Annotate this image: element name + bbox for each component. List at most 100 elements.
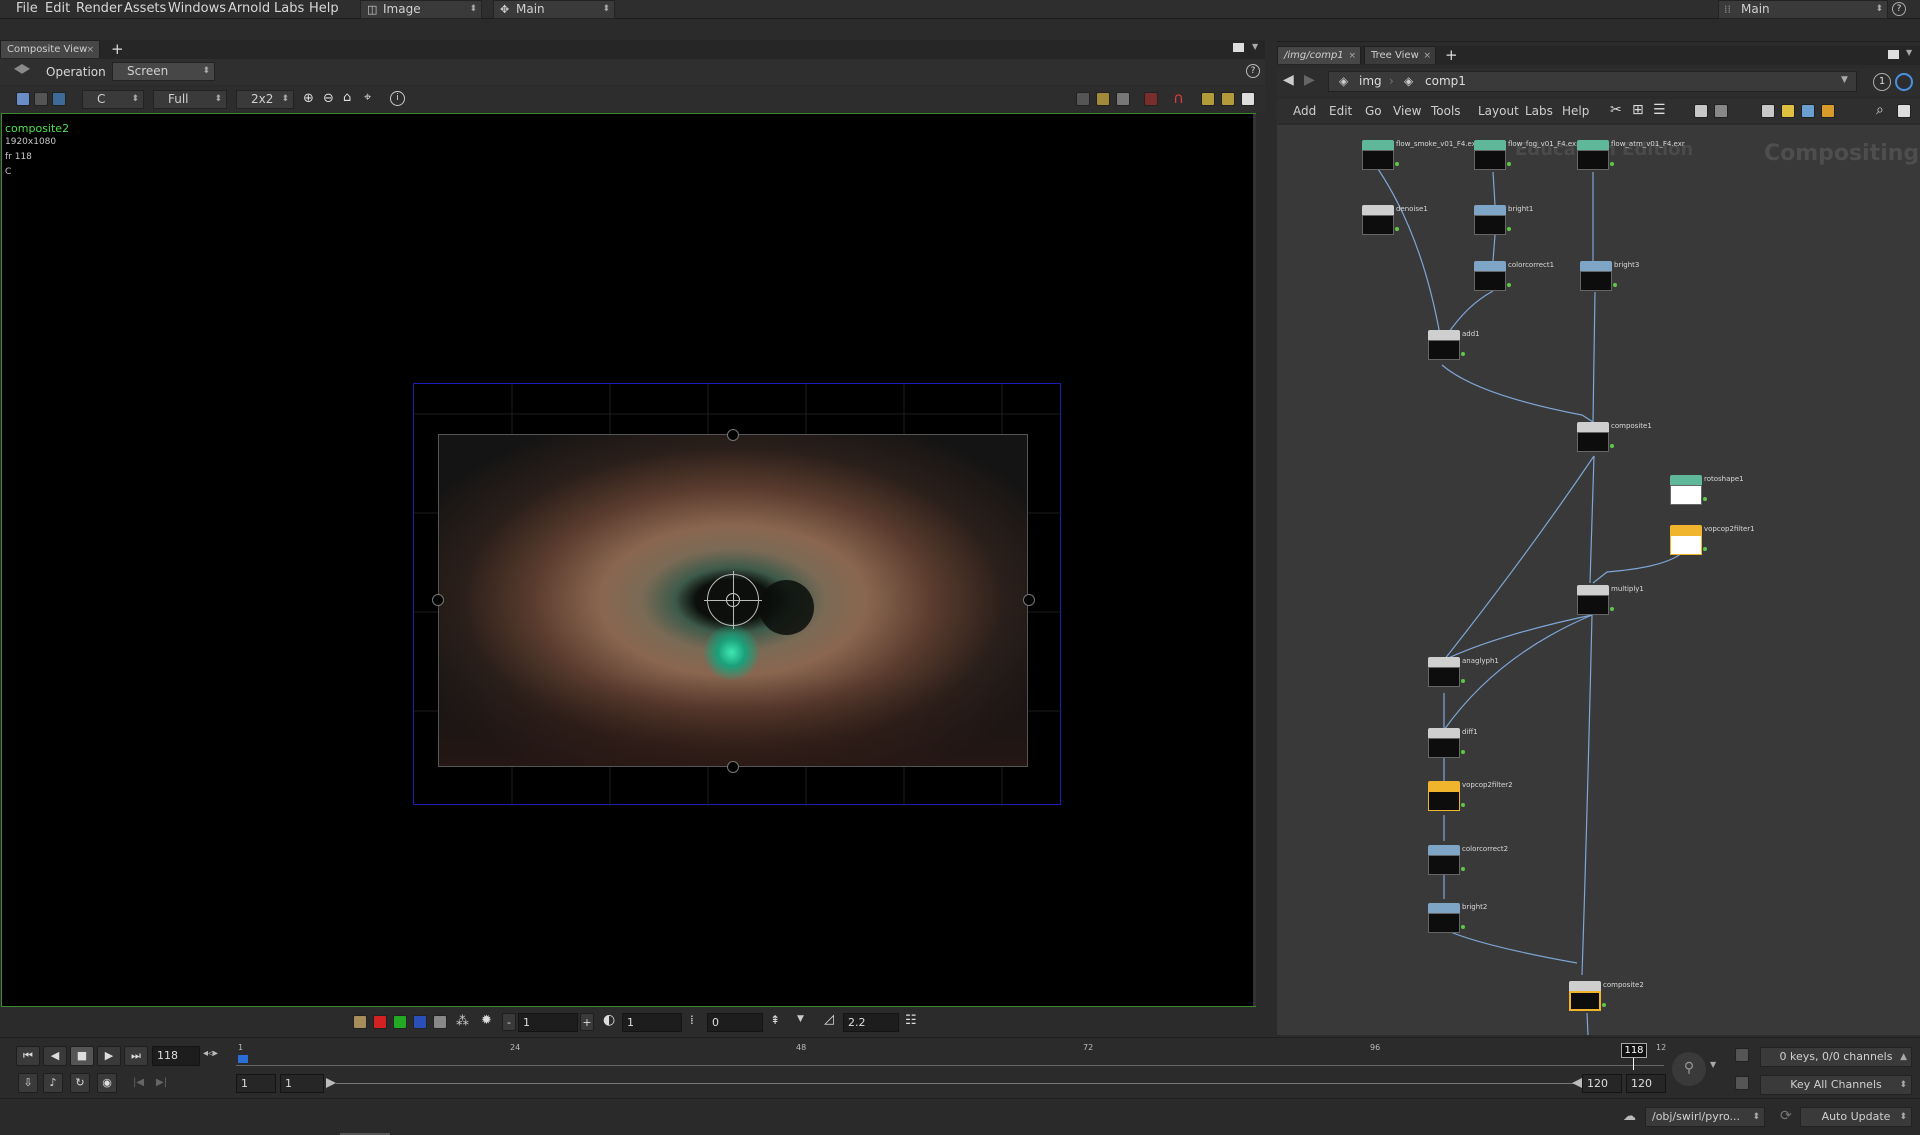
magnet-icon[interactable]: ∩ xyxy=(1173,89,1184,107)
frame-all-icon[interactable]: ⌖ xyxy=(364,90,371,105)
chevron-down-icon[interactable]: ▼ xyxy=(1906,48,1912,57)
snap-icon[interactable] xyxy=(1144,92,1158,106)
node-vopcop2filter2[interactable]: vopcop2filter2 xyxy=(1428,781,1513,813)
key-all-dropdown[interactable]: Key All Channels ⬍ xyxy=(1760,1075,1912,1095)
menu-assets[interactable]: Assets xyxy=(124,1,166,16)
range-right-handle[interactable] xyxy=(1572,1078,1582,1088)
node-composite1[interactable]: composite1 xyxy=(1577,422,1652,454)
layout-icon[interactable] xyxy=(1241,92,1255,106)
range-end2-field[interactable]: 120 xyxy=(1626,1074,1666,1093)
transform-handle[interactable] xyxy=(704,571,762,629)
net-menu-labs[interactable]: Labs xyxy=(1525,104,1553,118)
play-button[interactable]: ▶ xyxy=(97,1046,121,1066)
tools-icon[interactable]: ✂ xyxy=(1610,102,1622,118)
jump-start-button[interactable]: ⏮ xyxy=(16,1046,40,1066)
menu-labs[interactable]: Labs xyxy=(274,1,304,16)
audio-icon[interactable]: ♪ xyxy=(43,1073,63,1093)
node-composite2[interactable]: composite2 xyxy=(1569,981,1644,1013)
edge-handle-left[interactable] xyxy=(432,594,444,606)
pane-menu-icon[interactable] xyxy=(1233,43,1244,52)
next-key-icon[interactable]: ▶| xyxy=(156,1077,167,1088)
chevron-down-icon[interactable]: ▼ xyxy=(1841,75,1848,85)
channel-list-icon[interactable] xyxy=(1735,1048,1749,1062)
node-flow-smoke[interactable]: flow_smoke_v01_F4.exr xyxy=(1362,140,1479,172)
range-left-handle[interactable] xyxy=(326,1078,336,1088)
loop-icon[interactable]: ↻ xyxy=(70,1073,90,1093)
tile-size-dropdown[interactable]: 2x2 ⬍ xyxy=(236,90,294,109)
pin-icon[interactable]: 1 xyxy=(1873,73,1891,91)
pane-menu-icon[interactable] xyxy=(1888,50,1899,59)
node-vopcop2filter1[interactable]: vopcop2filter1 xyxy=(1670,525,1755,557)
zoom-out-icon[interactable]: ⊖ xyxy=(323,91,334,106)
add-tab-icon[interactable]: + xyxy=(1445,46,1458,64)
contrast-icon[interactable]: ◐ xyxy=(603,1012,615,1028)
node-colorcorrect1[interactable]: colorcorrect1 xyxy=(1474,261,1554,293)
home-icon[interactable]: ⌂ xyxy=(343,90,351,105)
step-back-button[interactable]: ◀ xyxy=(43,1046,67,1066)
key-mode-icon[interactable] xyxy=(1735,1076,1749,1090)
close-icon[interactable]: × xyxy=(1348,47,1356,65)
wipe-icon[interactable] xyxy=(1076,92,1090,106)
menu-arnold[interactable]: Arnold xyxy=(228,1,270,16)
palette-icon[interactable] xyxy=(1821,104,1835,118)
resolution-dropdown[interactable]: Full ⬍ xyxy=(153,90,227,109)
blue-channel-icon[interactable] xyxy=(413,1015,427,1029)
range-start2-field[interactable]: 1 xyxy=(280,1074,324,1093)
net-menu-help[interactable]: Help xyxy=(1562,104,1589,118)
menu-windows[interactable]: Windows xyxy=(168,1,226,16)
node-colorcorrect2[interactable]: colorcorrect2 xyxy=(1428,845,1508,877)
forward-arrow-icon[interactable]: ▶ xyxy=(1304,72,1315,88)
guide-icon[interactable] xyxy=(1096,92,1110,106)
tab-composite-view[interactable]: Composite View × xyxy=(0,40,100,58)
current-frame-field[interactable]: 118 xyxy=(152,1046,200,1066)
edge-handle-bottom[interactable] xyxy=(727,761,739,773)
overlay-icon[interactable] xyxy=(1116,92,1130,106)
menu-help[interactable]: Help xyxy=(309,1,339,16)
node-rotoshape1[interactable]: rotoshape1 xyxy=(1670,475,1744,507)
tab-network[interactable]: /img/comp1 × xyxy=(1277,46,1361,64)
node-bright1[interactable]: bright1 xyxy=(1474,205,1533,237)
update-mode-dropdown[interactable]: Auto Update ⬍ xyxy=(1800,1107,1912,1127)
help-icon[interactable]: ? xyxy=(1246,64,1260,78)
chat-icon[interactable]: ☁ xyxy=(1623,1109,1636,1124)
node-anaglyph1[interactable]: anaglyph1 xyxy=(1428,657,1499,689)
list-icon[interactable]: ☰ xyxy=(1653,102,1666,118)
menu-render[interactable]: Render xyxy=(76,1,122,16)
offset-icon[interactable]: ⁞ xyxy=(690,1013,694,1027)
info-icon[interactable]: i xyxy=(390,91,405,106)
net-menu-layout[interactable]: Layout xyxy=(1478,104,1519,118)
exposure-icon[interactable]: ✹ xyxy=(481,1013,492,1028)
node-denoise1[interactable]: denoise1 xyxy=(1362,205,1428,237)
display-icon[interactable] xyxy=(52,92,66,106)
node-bright2[interactable]: bright2 xyxy=(1428,903,1487,935)
exposure-field[interactable]: 1 xyxy=(518,1013,578,1032)
display-options-icon[interactable]: ☷ xyxy=(905,1013,917,1028)
rgb-icon[interactable] xyxy=(353,1015,367,1029)
gamma-field[interactable]: 2.2 xyxy=(843,1013,899,1032)
grid-view-icon[interactable] xyxy=(1694,104,1708,118)
sticky-icon[interactable] xyxy=(1761,104,1775,118)
step-arrows-icon[interactable]: ◂◃▸ xyxy=(203,1048,218,1059)
node-bright3[interactable]: bright3 xyxy=(1580,261,1639,293)
operation-dropdown[interactable]: Screen ⬍ xyxy=(112,62,215,81)
keys-info-dropdown[interactable]: 0 keys, 0/0 channels ▲ xyxy=(1760,1047,1912,1067)
tree-icon[interactable]: ⊞ xyxy=(1632,102,1644,118)
desktop-dropdown[interactable]: ◫ Image ⬍ xyxy=(360,0,482,19)
menu-file[interactable]: File xyxy=(16,1,38,16)
realtime-toggle[interactable]: ⇩ xyxy=(18,1073,38,1093)
view-mode-icon[interactable] xyxy=(16,92,30,106)
refresh-icon[interactable]: ⟳ xyxy=(1780,1108,1792,1124)
status-path-dropdown[interactable]: /obj/swirl/pyro... ⬍ xyxy=(1645,1107,1765,1127)
zoom-in-icon[interactable]: ⊕ xyxy=(303,91,314,106)
brightness-field[interactable]: 1 xyxy=(622,1013,682,1032)
node-flow-fog[interactable]: flow_fog_v01_F4.exr xyxy=(1474,140,1579,172)
note-icon[interactable] xyxy=(1781,104,1795,118)
composite-viewer[interactable]: composite2 1920x1080 fr 118 C xyxy=(1,113,1256,1007)
list-view-icon[interactable] xyxy=(1714,104,1728,118)
timeline-track[interactable]: 1 24 48 72 96 12 118 xyxy=(236,1043,1666,1071)
grid-icon[interactable] xyxy=(1221,92,1235,106)
range-start-field[interactable]: 1 xyxy=(236,1074,276,1093)
net-menu-add[interactable]: Add xyxy=(1293,104,1316,118)
offset-field[interactable]: 0 xyxy=(707,1013,763,1032)
breadcrumb-context[interactable]: img xyxy=(1359,74,1382,88)
